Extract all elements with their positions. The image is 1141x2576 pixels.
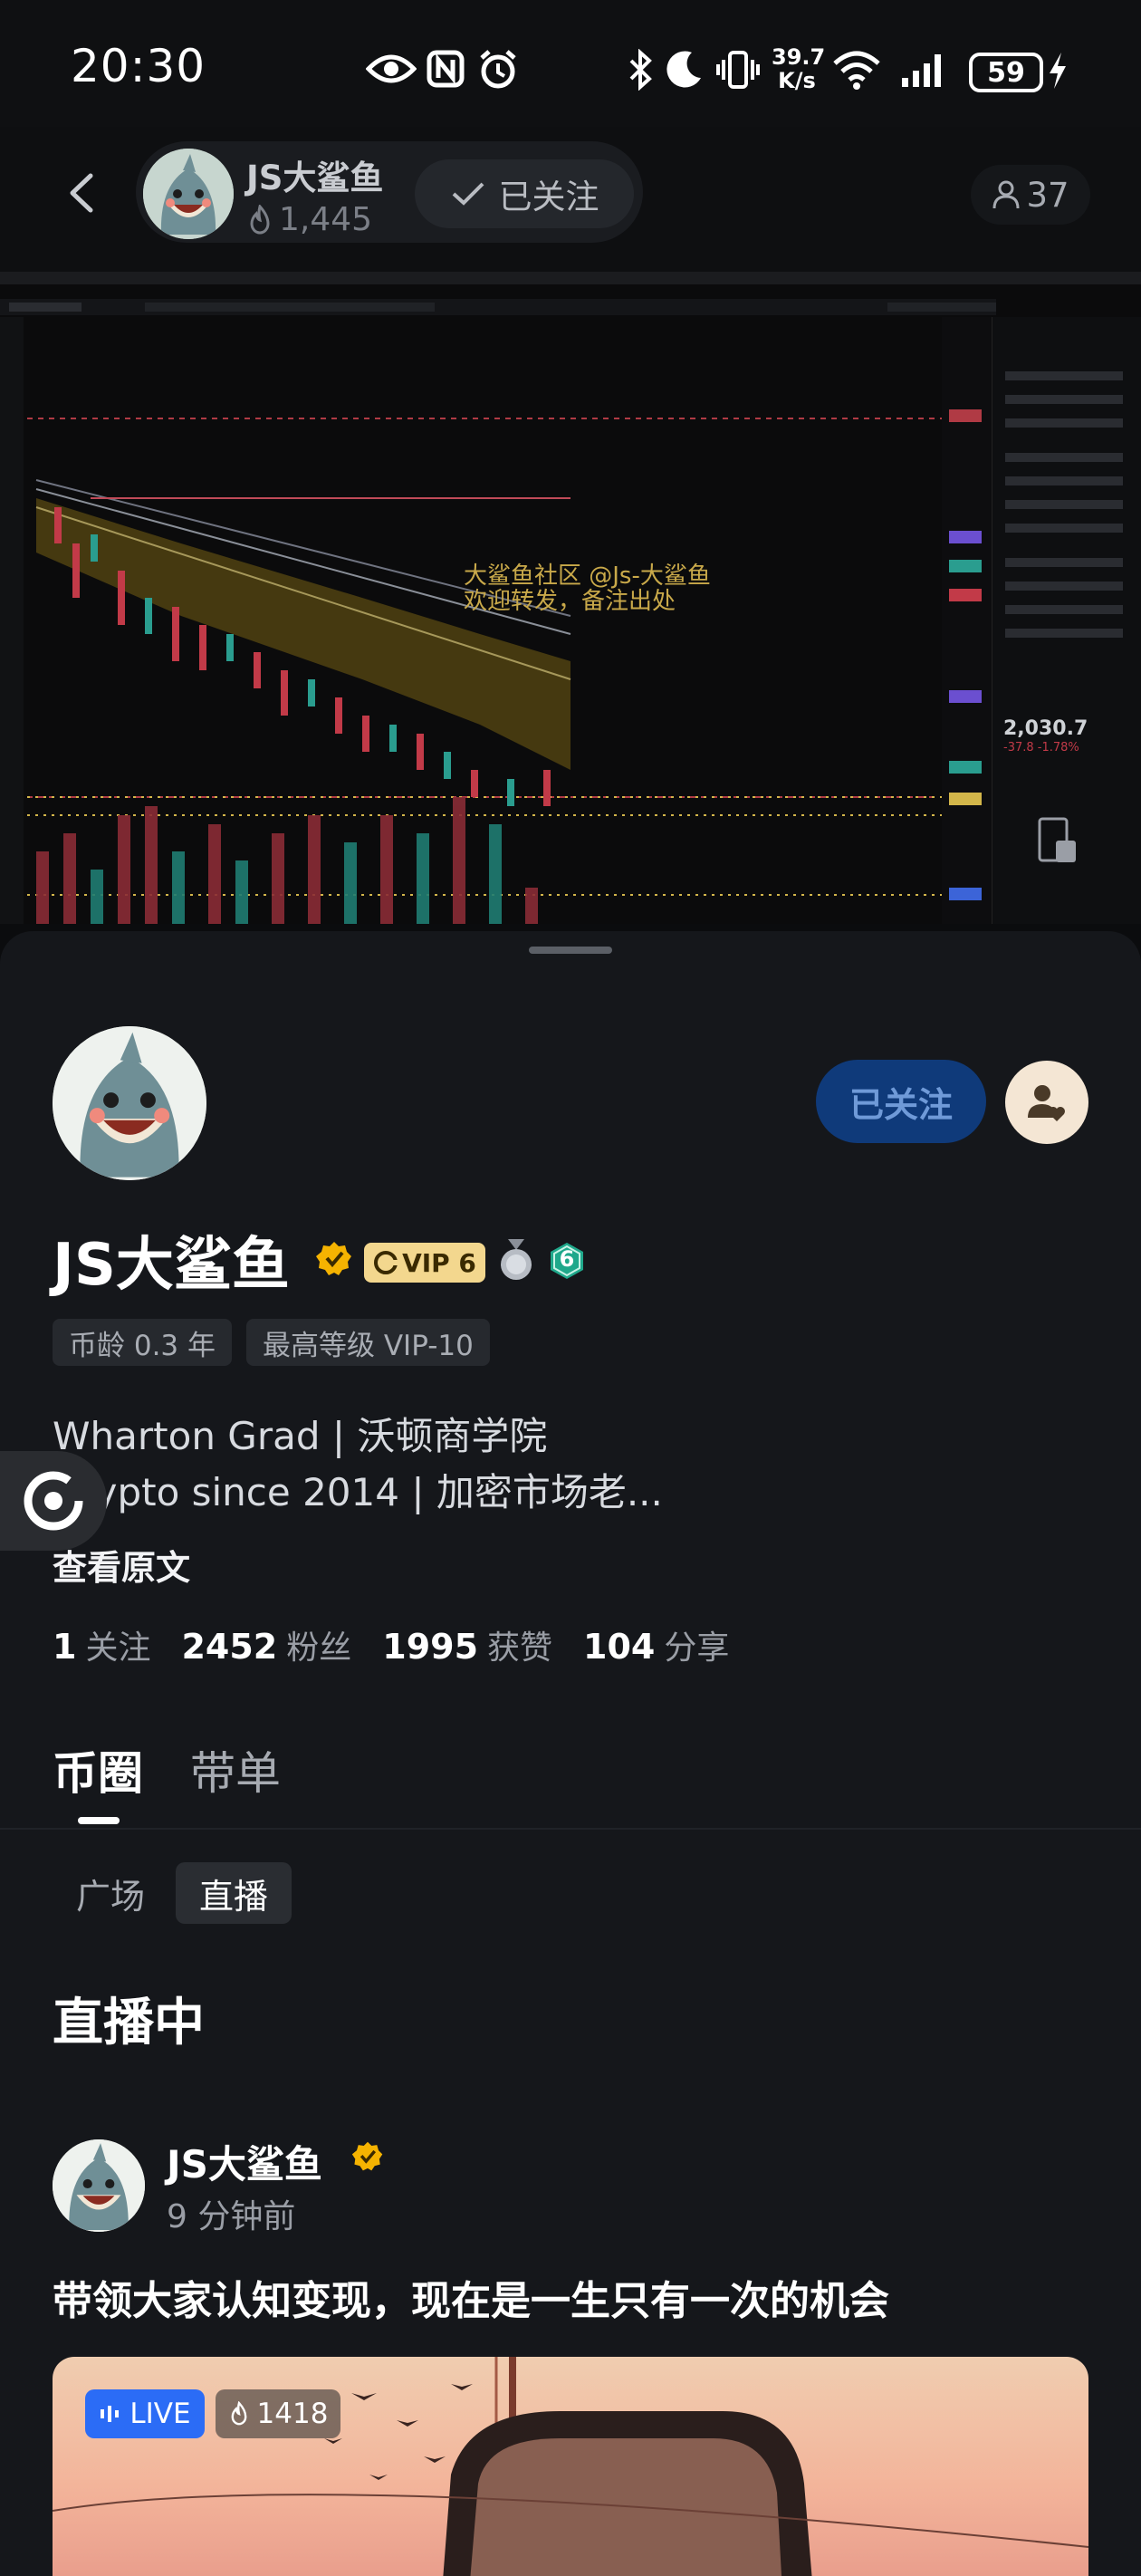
post-title[interactable]: 带领大家认知变现，现在是一生只有一次的机会 (53, 2268, 889, 2326)
active-tab-indicator (78, 1817, 120, 1824)
live-heat-value: 1418 (256, 2398, 329, 2430)
screen-rotate-icon[interactable] (1032, 815, 1079, 866)
profile-sheet (0, 931, 1141, 2576)
host-heat-value: 1,445 (279, 201, 373, 238)
stat-likes-value: 1995 (382, 1627, 479, 1667)
live-thumbnail[interactable] (53, 2357, 1088, 2576)
person-icon (992, 180, 1020, 209)
watermark-line-2: 欢迎转发，备注出处 (464, 588, 676, 615)
back-arrow-icon[interactable] (60, 170, 105, 216)
chart-price: 2,030.7 (1003, 717, 1088, 740)
live-now-heading: 直播中 (53, 1994, 205, 2052)
post-time: 9 分钟前 (167, 2198, 296, 2235)
alarm-icon (480, 50, 516, 89)
max-level-chip: 最高等级 VIP-10 (246, 1319, 490, 1366)
live-heat-badge: 1418 (216, 2389, 340, 2438)
stat-following[interactable]: 1 关注 (53, 1621, 150, 1668)
shark-mascot-icon (53, 2139, 145, 2232)
nfc-icon (427, 50, 465, 88)
profile-stats: 1 关注 2452 粉丝 1995 获赞 104 分享 (53, 1621, 729, 1668)
level-badge: 6 (547, 1241, 587, 1281)
live-label: LIVE (129, 2398, 191, 2430)
tab-copy-trading[interactable]: 带单 (190, 1737, 281, 1802)
network-speed-value: 39.7 (772, 44, 826, 70)
battery-indicator: 59 (969, 53, 1043, 92)
viewer-count-value: 37 (1026, 175, 1069, 215)
silver-medal-icon (501, 1239, 532, 1280)
stat-likes: 1995 获赞 (382, 1621, 552, 1668)
stat-following-value: 1 (53, 1627, 77, 1667)
flame-icon (250, 204, 270, 234)
stat-likes-label: 获赞 (487, 1629, 553, 1667)
floating-assistant-button[interactable] (0, 1451, 107, 1551)
shark-mascot-icon (53, 1026, 206, 1180)
checkmark-icon (452, 182, 484, 206)
stat-shares: 104 分享 (583, 1621, 729, 1668)
stream-watermark: 大鲨鱼社区 @Js-大鲨鱼 欢迎转发，备注出处 (464, 563, 711, 614)
follow-status-label: 已关注 (498, 178, 599, 216)
shark-mascot-icon (143, 149, 234, 239)
bio-line-2: Crypto since 2014 | 加密市场老... (53, 1470, 663, 1514)
host-heat: 1,445 (246, 201, 372, 238)
verified-badge-icon (351, 2141, 383, 2171)
verified-badge-icon (316, 1242, 351, 1275)
stat-followers[interactable]: 2452 粉丝 (181, 1621, 351, 1668)
network-speed-unit: K/s (778, 68, 816, 93)
charging-bolt-icon (1050, 53, 1066, 89)
bio-line-1: Wharton Grad | 沃顿商学院 (53, 1414, 548, 1458)
sound-bars-icon (101, 2406, 120, 2422)
level-value: 6 (559, 1246, 575, 1272)
host-name: JS大鲨鱼 (246, 159, 384, 197)
vip-badge: VIP 6 (364, 1243, 485, 1283)
moon-icon (666, 51, 701, 88)
vip-logo-icon (374, 1251, 398, 1274)
flame-icon (231, 2401, 246, 2426)
sunset-scene-image (53, 2357, 1088, 2576)
stat-shares-label: 分享 (664, 1629, 730, 1667)
wifi-icon (833, 51, 880, 90)
profile-name: JS大鲨鱼 (53, 1232, 290, 1299)
sheet-drag-handle[interactable] (529, 947, 612, 954)
subtab-square[interactable]: 广场 (53, 1862, 168, 1924)
vip-label: VIP 6 (402, 1247, 476, 1278)
post-author-avatar[interactable] (53, 2139, 145, 2232)
subtab-live[interactable]: 直播 (176, 1862, 292, 1924)
stat-shares-value: 104 (583, 1627, 656, 1667)
eye-icon (366, 54, 417, 83)
tab-crypto-circle[interactable]: 币圈 (53, 1737, 143, 1802)
cell-signal-icon (902, 54, 941, 87)
network-speed: 39.7 K/s (772, 44, 826, 93)
bluetooth-icon (629, 49, 652, 91)
status-bar: 20:30 39.7 K/s 59 (0, 0, 1141, 127)
chart-change: -37.8 -1.78% (1003, 741, 1079, 755)
user-heart-icon (1028, 1085, 1065, 1121)
watermark-line-1: 大鲨鱼社区 @Js-大鲨鱼 (464, 562, 711, 590)
follow-status-button[interactable]: 已关注 (415, 159, 634, 228)
stat-followers-value: 2452 (181, 1627, 278, 1667)
profile-avatar[interactable] (53, 1026, 206, 1180)
viewer-count[interactable]: 37 (971, 165, 1090, 225)
stat-followers-label: 粉丝 (286, 1629, 352, 1667)
followed-button[interactable]: 已关注 (816, 1060, 986, 1143)
vibrate-icon (716, 51, 760, 89)
host-avatar[interactable] (143, 149, 234, 239)
stat-following-label: 关注 (85, 1629, 151, 1667)
coin-age-chip: 币龄 0.3 年 (53, 1319, 233, 1366)
tab-divider (0, 1828, 1141, 1830)
loading-ring-icon (24, 1471, 83, 1531)
live-badge: LIVE (85, 2389, 205, 2438)
post-author-name[interactable]: JS大鲨鱼 (167, 2134, 322, 2189)
clock: 20:30 (71, 40, 206, 92)
user-heart-button[interactable] (1005, 1061, 1088, 1144)
